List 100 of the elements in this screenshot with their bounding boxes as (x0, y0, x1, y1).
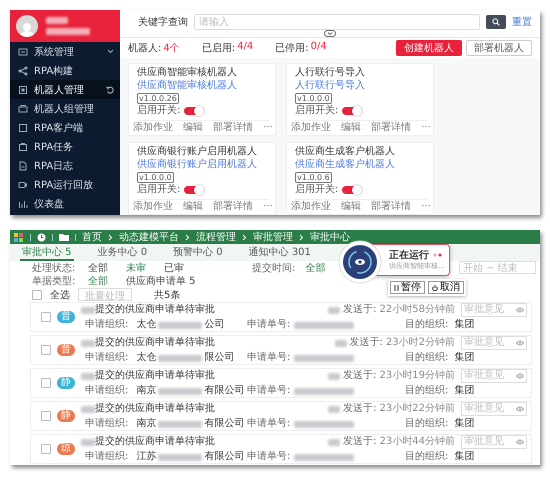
chevron-down-icon (107, 49, 114, 54)
sidebar-item[interactable]: 仪表盘 (10, 194, 120, 213)
field-label: 申请单号: (247, 385, 290, 397)
breadcrumb-link[interactable]: 审批管理 (253, 230, 293, 244)
select-all-checkbox[interactable] (32, 290, 42, 300)
breadcrumb-link[interactable]: 流程管理 (196, 230, 236, 244)
sidebar-item[interactable]: RPA任务 (10, 137, 120, 156)
camera-icon (18, 180, 28, 190)
more-button[interactable]: ··· (263, 201, 273, 213)
field-label: 目的组织: (405, 451, 448, 463)
version-tag: v1.0.0.0 (137, 172, 174, 183)
enable-switch[interactable] (342, 186, 362, 194)
field-label: 目的组织: (405, 385, 448, 397)
approval-item[interactable]: 琼 提交的供应商申请单待审批 发送于: 23小时44分钟前 审批意见 申请组织: 江苏 有限公司 申请单号: 目的组织: 集团 (30, 434, 532, 464)
filter-option[interactable]: 全部 (88, 274, 108, 288)
field-label: 申请单号: (247, 451, 290, 463)
row-checkbox[interactable] (41, 312, 51, 322)
eye-icon (516, 439, 524, 445)
breadcrumb-link[interactable]: 审批中心 (310, 230, 350, 244)
filter-option[interactable]: 已审 (164, 260, 184, 274)
more-button[interactable]: ··· (421, 122, 431, 134)
action-link[interactable]: 部署详情 (371, 122, 412, 134)
filter-option[interactable]: 未审 (126, 260, 146, 274)
target-org: 集团 (454, 385, 474, 397)
create-robot-button[interactable]: 创建机器人 (396, 40, 462, 56)
action-link[interactable]: 添加作业 (291, 201, 332, 213)
logo-icon[interactable] (14, 232, 24, 242)
stat-label: 机器人: (128, 42, 162, 55)
avatar-badge: 静 (57, 377, 75, 389)
version-tag: v1.0.0.26 (137, 93, 179, 104)
eye-icon (516, 340, 524, 346)
row-checkbox[interactable] (41, 411, 51, 421)
action-link[interactable]: 部署详情 (213, 122, 254, 134)
redacted-text (334, 340, 347, 346)
sidebar-item[interactable]: 机器人管理 (10, 80, 120, 99)
action-link[interactable]: 添加作业 (133, 201, 174, 213)
org-name-end: 有限公司 (204, 418, 244, 430)
avatar-badge: 普 (57, 311, 75, 323)
stat-value: 4/4 (237, 41, 254, 54)
action-link[interactable]: 添加作业 (133, 122, 174, 134)
select-all-label: 全选 (50, 288, 70, 302)
sidebar-item[interactable]: 机器人组管理 (10, 99, 120, 118)
robot-title: 供应商银行账户启用机器人 (137, 146, 258, 158)
org-name-start: 太仓 (136, 319, 156, 331)
document-icon (18, 160, 28, 170)
action-link[interactable]: 编辑 (183, 201, 204, 213)
filter-label: 处理状态: (32, 262, 76, 274)
pause-button[interactable]: 暂停 (390, 281, 425, 294)
more-button[interactable]: ··· (263, 122, 273, 134)
action-link[interactable]: 编辑 (341, 122, 362, 134)
sidebar-item[interactable]: RPA客户端 (10, 118, 120, 137)
row-checkbox[interactable] (41, 444, 51, 454)
row-checkbox[interactable] (41, 378, 51, 388)
field-label: 目的组织: (405, 418, 448, 430)
action-link[interactable]: 编辑 (341, 201, 362, 213)
eye-icon (516, 406, 524, 412)
approval-item[interactable]: 静 提交的供应商申请单待审批 发送于: 23小时22分钟前 审批意见 申请组织: 南京 有限公司 申请单号: 目的组织: 集团 (30, 401, 532, 431)
chevron-right-icon (299, 234, 304, 240)
stat-value: 4个 (163, 42, 180, 55)
eye-icon (516, 307, 524, 313)
redacted-text (328, 306, 340, 314)
action-link[interactable]: 添加作业 (291, 122, 332, 134)
field-label: 目的组织: (405, 352, 448, 364)
expand-toggle[interactable] (324, 30, 336, 37)
folder-icon[interactable] (59, 233, 69, 241)
more-button[interactable]: ··· (421, 201, 431, 213)
enable-switch[interactable] (342, 107, 362, 115)
tab[interactable]: 通知中心 301 (246, 244, 313, 261)
sidebar-item[interactable]: RPA日志 (10, 156, 120, 175)
tab[interactable]: 预警中心 0 (171, 244, 225, 261)
cancel-button[interactable]: 取消 (428, 281, 464, 294)
enable-switch[interactable] (184, 107, 204, 115)
search-button[interactable] (486, 15, 506, 29)
filter-option[interactable]: 全部 (305, 260, 326, 274)
tab[interactable]: 审批中心 5 (20, 244, 74, 261)
row-checkbox[interactable] (41, 345, 51, 355)
filter-option[interactable]: 全部 (88, 260, 108, 274)
breadcrumb-link[interactable]: 动态建模平台 (119, 230, 179, 244)
approval-item[interactable]: 普 提交的供应商申请单待审批 发送于: 23小时2分钟前 审批意见 申请组织: 太仓 限公司 申请单号: 目的组织: 集团 (30, 335, 532, 365)
redacted-text (328, 406, 340, 412)
tab[interactable]: 业务中心 0 (96, 244, 150, 261)
sidebar-item[interactable]: RPA构建 (10, 61, 120, 80)
reset-link[interactable]: 重置 (512, 15, 532, 29)
filter-option[interactable]: 供应商申请单 5 (126, 274, 196, 288)
action-link[interactable]: 部署详情 (371, 201, 412, 213)
approval-item[interactable]: 普 提交的供应商申请单待审批 发送于: 22小时58分钟前 审批意见 申请组织: 太仓 公司 申请单号: 目的组织: 集团 (30, 302, 532, 332)
sidebar-item[interactable]: 系统管理 (10, 42, 120, 61)
action-link[interactable]: 部署详情 (213, 201, 254, 213)
sent-time: 23小时2分钟前 (386, 337, 455, 349)
breadcrumb-link[interactable]: 首页 (82, 230, 102, 244)
redacted-text (294, 354, 354, 362)
sidebar-item[interactable]: RPA运行回放 (10, 175, 120, 194)
filter-label: 提交时间: (252, 262, 296, 274)
enable-switch[interactable] (184, 186, 204, 194)
approval-item[interactable]: 静 提交的供应商申请单待审批 发送于: 23小时19分钟前 审批意见 申请组织: 南京 有限公司 申请单号: 目的组织: 集团 (30, 368, 532, 398)
avatar-badge: 普 (57, 344, 75, 356)
version-tag: v1.0.0.6 (295, 172, 332, 183)
deploy-robot-button[interactable]: 部署机器人 (466, 40, 532, 56)
action-link[interactable]: 编辑 (183, 122, 204, 134)
clock-icon[interactable] (37, 232, 46, 242)
